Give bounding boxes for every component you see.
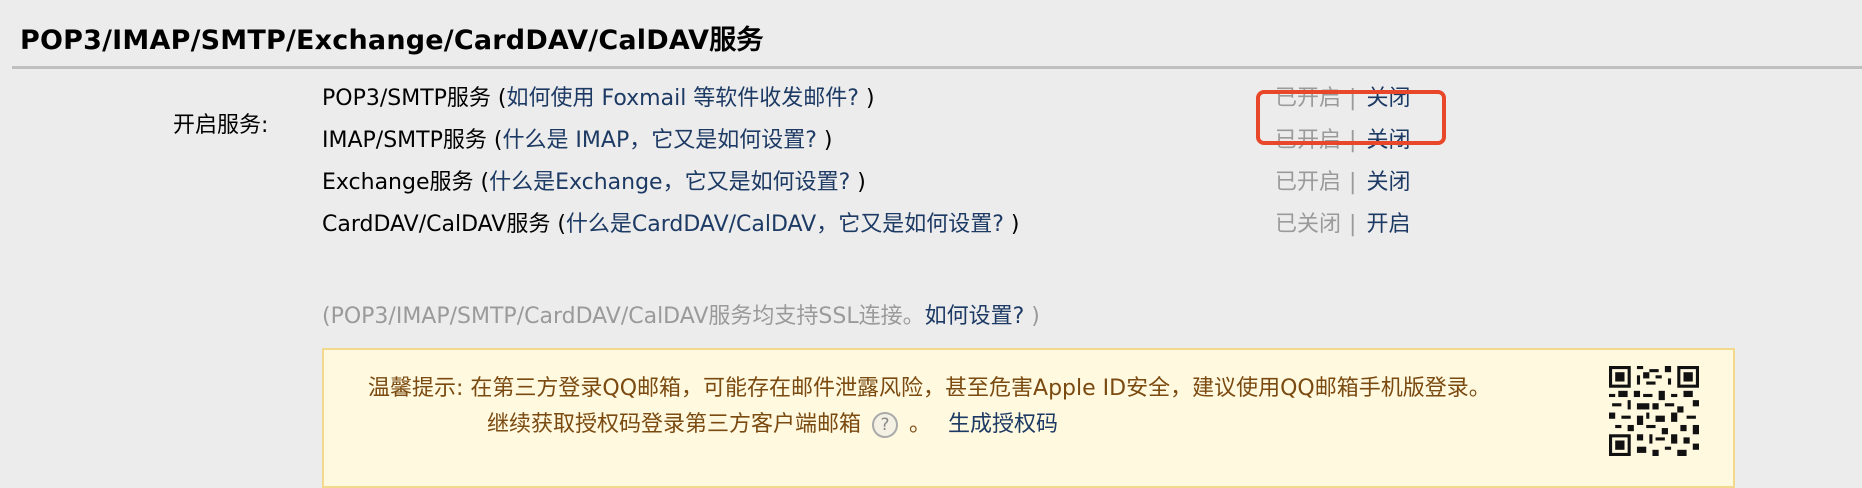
status-separator: | [1349,170,1357,195]
toggle-button-carddav[interactable]: 开启 [1366,212,1410,237]
paren-close: ) [850,170,866,195]
paren-open: ( [486,128,503,153]
status-text: 已开启 [1275,170,1342,195]
service-name: CardDAV/CalDAV服务 [322,212,551,237]
service-name: POP3/SMTP服务 [322,86,491,111]
title-divider [12,66,1862,69]
question-circle-icon[interactable]: ? [872,412,899,438]
service-settings-panel: POP3/IMAP/SMTP/Exchange/CardDAV/CalDAV服务… [0,0,1862,488]
service-name: Exchange服务 [322,170,474,195]
toggle-button-exchange[interactable]: 关闭 [1366,170,1410,195]
paren-open: ( [490,86,507,111]
service-row-imap: IMAP/SMTP服务 (什么是 IMAP，它又是如何设置? ) [322,124,832,158]
ssl-note-text: (POP3/IMAP/SMTP/CardDAV/CalDAV服务均支持SSL连接… [322,304,925,329]
service-row-pop3: POP3/SMTP服务 (如何使用 Foxmail 等软件收发邮件? ) [322,82,875,116]
section-title: POP3/IMAP/SMTP/Exchange/CardDAV/CalDAV服务 [20,25,764,56]
paren-close: ) [816,128,833,153]
paren-close: ) [1003,212,1020,237]
qr-code-icon [1609,366,1699,456]
service-row-carddav: CardDAV/CalDAV服务 (什么是CardDAV/CalDAV，它又是如… [322,208,1020,242]
tip-line-warning: 温馨提示: 在第三方登录QQ邮箱，可能存在邮件泄露风险，甚至危害Apple ID… [368,376,1491,401]
help-link-exchange[interactable]: 什么是Exchange，它又是如何设置? [489,170,850,195]
paren-open: ( [550,212,566,237]
status-text: 已关闭 [1275,212,1342,237]
service-name: IMAP/SMTP服务 [322,128,487,153]
ssl-note: (POP3/IMAP/SMTP/CardDAV/CalDAV服务均支持SSL连接… [322,300,1040,334]
status-exchange: 已开启 | 关闭 [1275,166,1410,200]
ssl-howto-link[interactable]: 如何设置? [925,304,1025,329]
generate-auth-code-link[interactable]: 生成授权码 [948,412,1058,437]
services-label: 开启服务: [173,113,269,138]
tip-continue-text: 继续获取授权码登录第三方客户端邮箱 [487,412,862,437]
help-link-pop3[interactable]: 如何使用 Foxmail 等软件收发邮件? [507,86,859,111]
tip-line-continue: 继续获取授权码登录第三方客户端邮箱 ? 。 生成授权码 [487,408,1058,442]
warning-tip-box: 温馨提示: 在第三方登录QQ邮箱，可能存在邮件泄露风险，甚至危害Apple ID… [322,348,1735,488]
service-row-exchange: Exchange服务 (什么是Exchange，它又是如何设置? ) [322,166,866,200]
status-carddav: 已关闭 | 开启 [1275,208,1410,242]
tip-period: 。 [909,412,932,437]
help-link-carddav[interactable]: 什么是CardDAV/CalDAV，它又是如何设置? [566,212,1004,237]
highlight-annotation [1256,90,1446,145]
paren-close: ) [858,86,875,111]
ssl-note-close: ) [1024,304,1040,329]
help-link-imap[interactable]: 什么是 IMAP，它又是如何设置? [502,128,816,153]
paren-open: ( [473,170,490,195]
status-separator: | [1349,212,1357,237]
